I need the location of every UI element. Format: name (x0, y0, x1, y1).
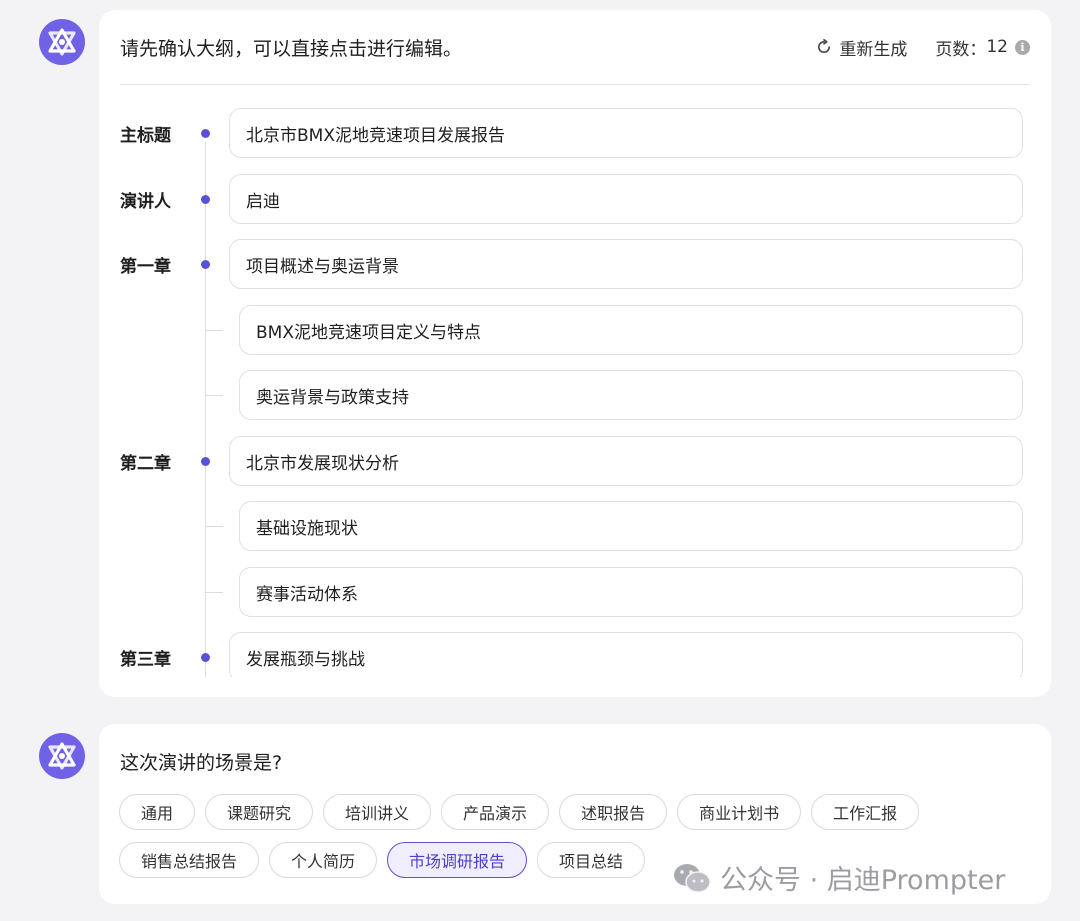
outline-row-chapter: 第一章 项目概述与奥运背景 (99, 239, 1051, 289)
regenerate-label: 重新生成 (839, 39, 908, 60)
timeline-tick (205, 330, 223, 331)
outline-field[interactable]: 北京市发展现状分析 (229, 436, 1023, 486)
outline-row-section: 基础设施现状 (99, 501, 1051, 551)
outline-card: 请先确认大纲，可以直接点击进行编辑。 重新生成 页数： 12 i 主标题 北京市… (99, 10, 1051, 697)
page-count-value: 12 (986, 37, 1008, 57)
timeline-tick (205, 395, 223, 396)
assistant-avatar (39, 19, 85, 65)
scene-option-chip[interactable]: 个人简历 (269, 842, 378, 878)
scene-option-chip[interactable]: 项目总结 (537, 842, 646, 878)
timeline-tick (205, 526, 223, 527)
wechat-icon (674, 863, 711, 893)
scene-option-chip[interactable]: 课题研究 (205, 794, 314, 830)
regenerate-button[interactable]: 重新生成 (816, 35, 907, 60)
outline-row-section: 奥运背景与政策支持 (99, 370, 1051, 420)
page-count-label: 页数： (935, 39, 987, 60)
timeline-dot (201, 653, 210, 662)
outline-field[interactable]: 基础设施现状 (239, 501, 1023, 551)
outline-row-label: 演讲人 (120, 191, 171, 212)
timeline-dot (201, 195, 210, 204)
scene-option-chip[interactable]: 培训讲义 (323, 794, 432, 830)
outline-field[interactable]: 北京市BMX泥地竞速项目发展报告 (229, 108, 1023, 158)
outline-field[interactable]: BMX泥地竞速项目定义与特点 (239, 305, 1023, 355)
outline-prompt: 请先确认大纲，可以直接点击进行编辑。 (120, 37, 463, 60)
watermark: 公众号 · 启迪Prompter (672, 858, 1005, 897)
outline-row-label: 第一章 (120, 256, 171, 277)
outline-field[interactable]: 项目概述与奥运背景 (229, 239, 1023, 289)
logo-icon (48, 742, 76, 770)
outline-row-label: 主标题 (120, 125, 171, 146)
scene-option-chip[interactable]: 销售总结报告 (119, 842, 260, 878)
scene-option-chip[interactable]: 市场调研报告 (387, 842, 528, 878)
scene-option-chip[interactable]: 通用 (119, 794, 196, 830)
outline-row-speaker: 演讲人 启迪 (99, 174, 1051, 224)
logo-icon (48, 28, 76, 56)
timeline-dot (201, 260, 210, 269)
scene-question: 这次演讲的场景是? (120, 752, 283, 774)
timeline-tick (205, 592, 223, 593)
scene-option-chip[interactable]: 产品演示 (441, 794, 550, 830)
outline-header: 请先确认大纲，可以直接点击进行编辑。 重新生成 页数： 12 i (120, 10, 1030, 85)
page-count: 页数： 12 i (935, 35, 1030, 60)
outline-row-title: 主标题 北京市BMX泥地竞速项目发展报告 (99, 108, 1051, 158)
scene-option-chip[interactable]: 工作汇报 (811, 794, 920, 830)
outline-field[interactable]: 启迪 (229, 174, 1023, 224)
outline-list: 主标题 北京市BMX泥地竞速项目发展报告 演讲人 启迪 第一章 项目概述与奥运背… (99, 100, 1051, 677)
outline-row-section: BMX泥地竞速项目定义与特点 (99, 305, 1051, 355)
outline-row-section: 赛事活动体系 (99, 567, 1051, 617)
assistant-avatar (39, 733, 85, 779)
timeline-dot (201, 457, 210, 466)
outline-row-chapter: 第三章 发展瓶颈与挑战 (99, 632, 1051, 677)
outline-row-label: 第三章 (120, 649, 171, 670)
scene-option-chip[interactable]: 商业计划书 (677, 794, 802, 830)
outline-row-label: 第二章 (120, 453, 171, 474)
watermark-text: 公众号 · 启迪Prompter (720, 865, 1006, 896)
info-icon[interactable]: i (1015, 39, 1030, 55)
outline-row-chapter: 第二章 北京市发展现状分析 (99, 436, 1051, 486)
timeline-dot (201, 129, 210, 138)
refresh-icon (818, 39, 831, 53)
outline-field[interactable]: 发展瓶颈与挑战 (229, 632, 1023, 677)
scene-option-chip[interactable]: 述职报告 (559, 794, 668, 830)
outline-field[interactable]: 奥运背景与政策支持 (239, 370, 1023, 420)
outline-field[interactable]: 赛事活动体系 (239, 567, 1023, 617)
